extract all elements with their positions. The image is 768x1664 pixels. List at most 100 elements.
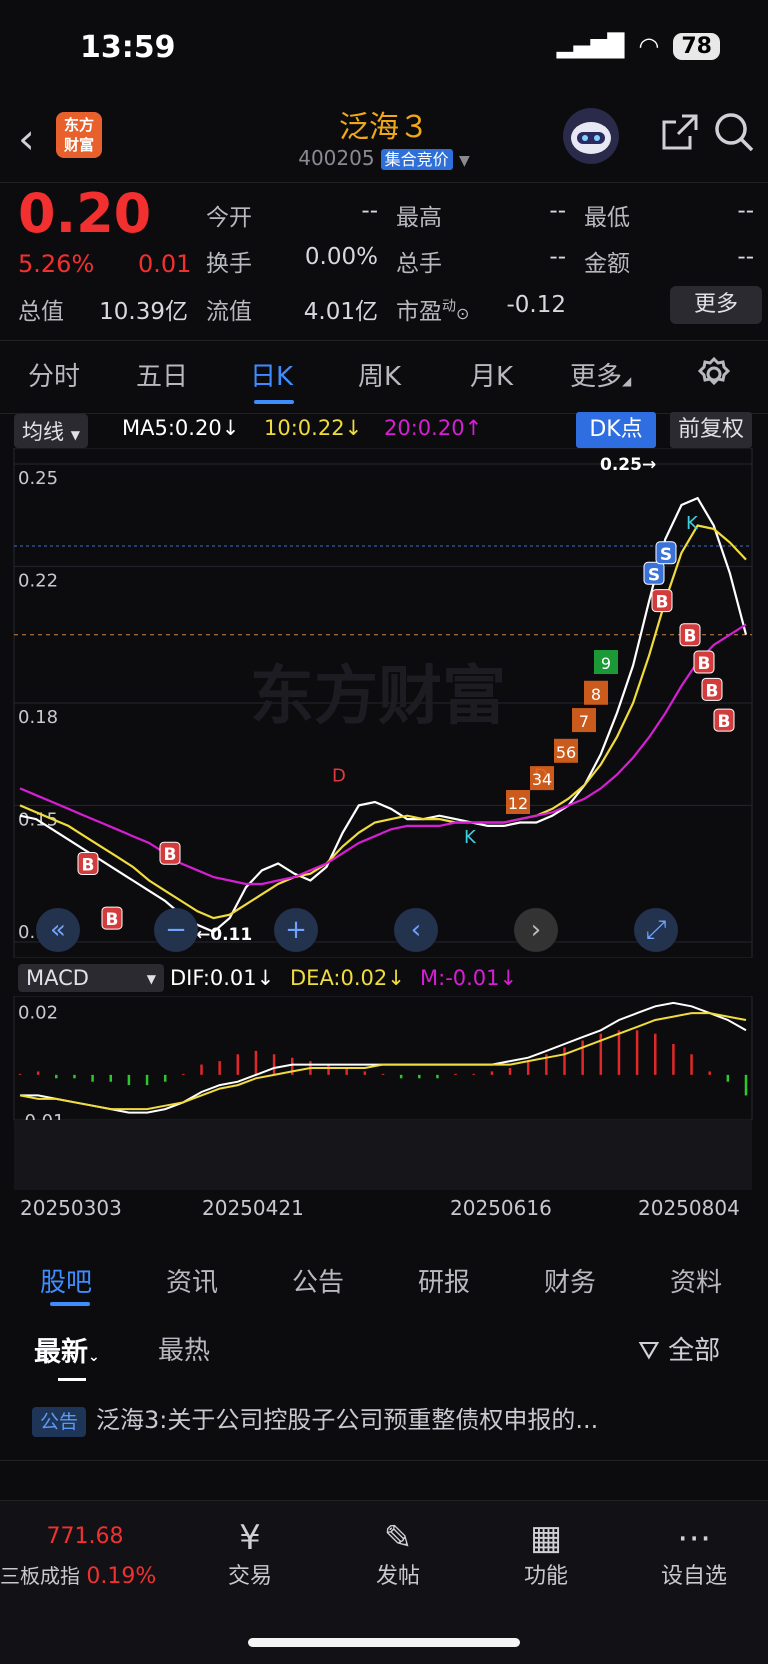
function-button[interactable]: ▦ 功能 [496, 1518, 596, 1590]
zoom-out-icon[interactable]: − [154, 908, 198, 952]
y-tick-label: 0.18 [18, 707, 58, 728]
date-tick: 20250616 [450, 1196, 552, 1220]
count-marker: 9 [601, 654, 611, 673]
info-tabs [0, 1244, 768, 1314]
mcap-value: 10.39亿 [99, 299, 188, 325]
macd-selector[interactable]: MACD ▼ [18, 964, 164, 992]
k-marker: K [686, 513, 699, 534]
stock-code: 400205 [298, 146, 375, 170]
pe-label: 市盈动⊙ [396, 292, 469, 326]
divider [0, 1460, 768, 1461]
index-value[interactable]: 771.68 [0, 1524, 170, 1549]
tab-guba[interactable]: 股吧 [40, 1262, 92, 1299]
macd-chart[interactable]: 0.02-0.01 [0, 996, 768, 1190]
buy-marker: B [684, 627, 697, 647]
volume-label: 总手 [396, 251, 442, 277]
news-tag: 公告 [32, 1407, 87, 1437]
buy-marker: B [656, 593, 669, 613]
add-watchlist-button[interactable]: ⋯ 设自选 [644, 1518, 744, 1590]
share-icon[interactable] [660, 112, 700, 152]
buy-marker: B [106, 910, 119, 930]
index-name: 三板成指 [0, 1564, 80, 1588]
status-bar: 13:59 ▂▄▆█ ◠ 78 [0, 0, 768, 100]
y-tick-label: 0.25 [18, 468, 58, 489]
fullscreen-icon[interactable]: ⤢ [634, 908, 678, 952]
tab-more-caret-icon: ◢ [622, 374, 632, 388]
info-icon[interactable]: ⊙ [456, 304, 469, 323]
open-label: 今开 [206, 205, 252, 231]
search-icon[interactable] [712, 110, 756, 154]
robot-assistant-icon[interactable] [563, 108, 619, 164]
dif-legend: DIF:0.01↓ [170, 966, 274, 990]
volume-value: -- [549, 244, 566, 270]
filter-all[interactable]: ⛛ 全部 [638, 1330, 720, 1367]
change-amount: 0.01 [138, 250, 192, 278]
max-price-label: 0.25→ [600, 455, 656, 475]
adjust-button[interactable]: 前复权 [670, 412, 752, 448]
list-item[interactable]: 公告 泛海3:关于公司控股子公司预重整债权申报的... [32, 1400, 598, 1437]
tab-research[interactable]: 研报 [418, 1262, 470, 1299]
stock-code-row[interactable]: 400205 集合竞价 ▼ [0, 146, 768, 170]
more-button[interactable]: 更多 [670, 286, 762, 324]
ma20-text: 20:0.20 [384, 416, 465, 440]
ma10-legend: 10:0.22↓ [264, 416, 362, 440]
tab-financials[interactable]: 财务 [544, 1262, 596, 1299]
down-arrow-icon: ↓ [256, 966, 275, 990]
pe-label-text: 市盈 [396, 299, 442, 325]
grid-icon: ▦ [529, 1518, 563, 1558]
float-label: 流值 [206, 299, 252, 325]
d-marker: D [332, 766, 346, 787]
high-value: -- [549, 198, 566, 224]
tab-weekly-k[interactable]: 周K [358, 356, 401, 393]
filter-hot[interactable]: 最热 [158, 1330, 210, 1367]
settings-icon[interactable] [696, 356, 732, 392]
trade-button[interactable]: ¥ 交易 [200, 1518, 300, 1590]
k-line-chart[interactable]: 0.250.220.180.150.11东方财富BBBBBBBBSSKKDD12… [0, 448, 768, 958]
tab-daily-k[interactable]: 日K [250, 356, 293, 393]
scroll-right-icon[interactable]: › [514, 908, 558, 952]
turnover-value: 0.00% [304, 244, 378, 270]
sell-marker: S [648, 565, 660, 585]
tab-five-day[interactable]: 五日 [136, 356, 188, 393]
scroll-left-icon[interactable]: ‹ [394, 908, 438, 952]
tab-announcements[interactable]: 公告 [292, 1262, 344, 1299]
zoom-in-icon[interactable]: + [274, 908, 318, 952]
home-indicator [248, 1638, 520, 1647]
tab-news[interactable]: 资讯 [166, 1262, 218, 1299]
ma-selector[interactable]: 均线 ▼ [14, 414, 88, 448]
dk-point-button[interactable]: DK点 [576, 412, 656, 448]
watermark: 东方财富 [250, 660, 506, 734]
tab-profile[interactable]: 资料 [670, 1262, 722, 1299]
index-row[interactable]: 三板成指 0.19% [0, 1560, 170, 1589]
info-tab-underline [50, 1302, 90, 1306]
tab-intraday[interactable]: 分时 [28, 356, 80, 393]
date-tick: 20250421 [202, 1196, 304, 1220]
chevron-down-icon: ▼ [70, 428, 80, 442]
high-label: 最高 [396, 205, 442, 231]
buy-marker: B [164, 845, 177, 865]
buy-marker: B [82, 855, 95, 875]
buy-marker: B [718, 712, 731, 732]
post-button[interactable]: ✎ 发帖 [348, 1518, 448, 1590]
chevron-down-icon: ▼ [146, 972, 156, 986]
scroll-left-fast-icon[interactable]: « [36, 908, 80, 952]
tab-more-label: 更多 [570, 362, 623, 392]
down-arrow-icon: ↓ [387, 966, 405, 990]
macd-selector-label: MACD [26, 966, 89, 990]
filter-latest[interactable]: 最新⌄ [34, 1330, 100, 1369]
up-arrow-icon: ↑ [464, 416, 483, 440]
tab-more[interactable]: 更多◢ [570, 356, 631, 393]
battery-icon: 78 [673, 32, 720, 60]
status-icons: ▂▄▆█ ◠ 78 [557, 32, 720, 60]
count-marker: 7 [579, 712, 589, 731]
date-tick: 20250303 [20, 1196, 122, 1220]
tab-monthly-k[interactable]: 月K [470, 356, 513, 393]
dea-text: DEA:0.02 [290, 966, 388, 990]
float-value: 4.01亿 [303, 299, 378, 325]
m-legend: M:-0.01↓ [420, 966, 517, 990]
y-tick-label: 0.22 [18, 570, 58, 591]
turnover-label: 换手 [206, 251, 252, 277]
tab-underline [254, 400, 294, 404]
more-dots-icon: ⋯ [677, 1518, 711, 1558]
trade-label: 交易 [227, 1564, 272, 1589]
